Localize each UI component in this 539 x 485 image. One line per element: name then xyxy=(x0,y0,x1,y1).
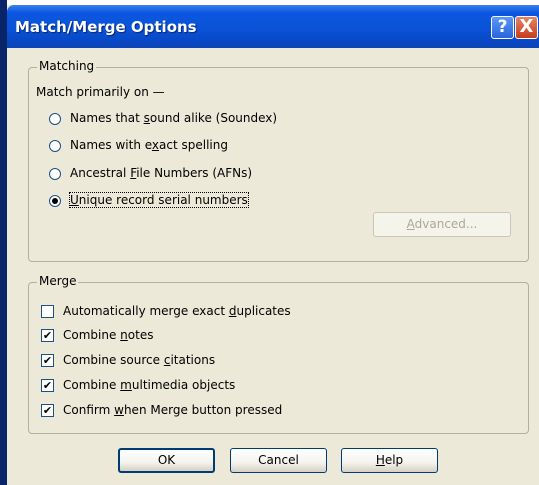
checkbox[interactable] xyxy=(41,305,54,318)
check-icon[interactable]: ✔ xyxy=(41,329,54,342)
title-bar[interactable]: Match/Merge Options ? X xyxy=(7,5,539,48)
radio-label: Unique record serial numbers xyxy=(69,192,249,208)
window-title: Match/Merge Options xyxy=(15,18,197,36)
radio-button-selected[interactable] xyxy=(49,195,61,207)
close-icon[interactable]: X xyxy=(515,16,538,39)
radio-label: Names with exact spelling xyxy=(70,138,228,152)
matching-prompt: Match primarily on — xyxy=(36,85,165,99)
radio-button[interactable] xyxy=(49,168,61,180)
checkbox-label: Automatically merge exact duplicates xyxy=(63,304,291,318)
radio-button[interactable] xyxy=(49,113,61,125)
desktop-edge xyxy=(0,0,7,485)
radio-label: Ancestral File Numbers (AFNs) xyxy=(70,166,253,180)
matching-group-label: Matching xyxy=(37,59,97,73)
check-icon[interactable]: ✔ xyxy=(41,404,54,417)
cancel-button[interactable]: Cancel xyxy=(230,448,327,473)
check-icon[interactable]: ✔ xyxy=(41,379,54,392)
help-button[interactable]: Help xyxy=(341,448,438,473)
checkbox-label: Confirm when Merge button pressed xyxy=(63,403,283,417)
match-merge-dialog: Match/Merge Options ? X Matching Match p… xyxy=(7,5,539,485)
checkbox-label: Combine source citations xyxy=(63,353,216,367)
checkbox-label: Combine multimedia objects xyxy=(63,378,236,392)
merge-group-label: Merge xyxy=(37,274,79,288)
checkbox-label: Combine notes xyxy=(63,328,154,342)
ok-button[interactable]: OK xyxy=(118,448,215,473)
check-icon[interactable]: ✔ xyxy=(41,354,54,367)
radio-label: Names that sound alike (Soundex) xyxy=(70,111,278,125)
advanced-button[interactable]: Advanced... xyxy=(373,212,511,237)
radio-button[interactable] xyxy=(49,140,61,152)
help-icon[interactable]: ? xyxy=(491,16,514,39)
